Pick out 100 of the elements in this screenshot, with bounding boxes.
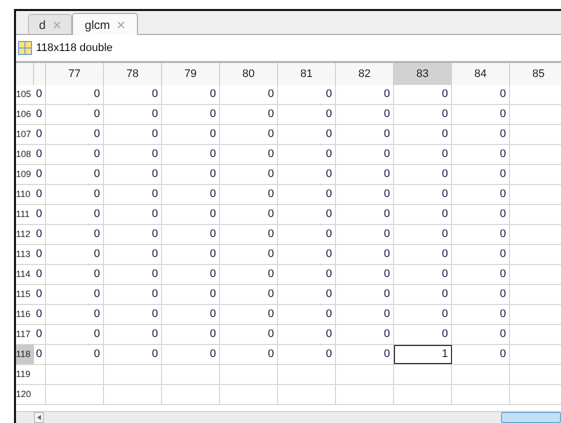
table-cell-text: 0: [152, 287, 158, 302]
row-header[interactable]: 118: [16, 345, 34, 364]
table-cell-text: 0: [500, 147, 506, 162]
table-cell-text: 0: [326, 127, 332, 142]
table-cell-text: 0: [94, 147, 100, 162]
close-icon[interactable]: [117, 20, 126, 28]
column-header[interactable]: 82: [336, 63, 394, 85]
table-cell-text: 0: [500, 127, 506, 142]
table-cell-text: 0: [442, 107, 448, 122]
table-cell-text: 0: [210, 107, 216, 122]
table-cell-text: 0: [326, 287, 332, 302]
table-cell-text: 0: [268, 267, 274, 282]
table-cell-text: 0: [442, 227, 448, 242]
table-cell-text: 0: [384, 107, 390, 122]
table-cell-text: 0: [268, 107, 274, 122]
table-cell-text: 0: [36, 307, 42, 322]
table-cell-text: 0: [442, 147, 448, 162]
close-icon[interactable]: [52, 20, 61, 28]
table-cell-text: 0: [36, 207, 42, 222]
table-cell-text: 0: [500, 87, 506, 102]
table-cell-text: 0: [36, 327, 42, 342]
table-cell-text: 0: [268, 287, 274, 302]
table-cell-text: 0: [384, 167, 390, 182]
table-cell-text: 0: [268, 147, 274, 162]
table-cell-text: 0: [442, 247, 448, 262]
table-cell-text: 0: [152, 127, 158, 142]
table-cell-text: 0: [500, 347, 506, 362]
table-cell-text: 0: [500, 207, 506, 222]
column-header[interactable]: 84: [452, 63, 510, 85]
table-cell-text: 0: [152, 187, 158, 202]
variable-description: 118x118 double: [36, 40, 113, 56]
table-cell-text: 0: [94, 307, 100, 322]
table-cell-text: 0: [152, 107, 158, 122]
table-cell-text: 0: [500, 187, 506, 202]
table-cell-text: 0: [268, 127, 274, 142]
table-cell-text: 0: [152, 87, 158, 102]
table-cell-text: 0: [442, 207, 448, 222]
table-cell-text: 0: [152, 167, 158, 182]
table-cell-text: 0: [152, 207, 158, 222]
table-cell-text: 0: [36, 127, 42, 142]
table-cell-text: 0: [94, 267, 100, 282]
table-cell-text: 0: [268, 307, 274, 322]
column-header[interactable]: 83: [394, 63, 452, 85]
table-cell-text: 0: [326, 327, 332, 342]
tab[interactable]: d: [28, 14, 72, 34]
column-header[interactable]: [34, 63, 46, 85]
table-cell-text: 0: [268, 227, 274, 242]
table-cell-text: 0: [210, 287, 216, 302]
table-cell-text: 0: [94, 287, 100, 302]
table-cell-text: 0: [442, 287, 448, 302]
column-header[interactable]: 77: [46, 63, 104, 85]
table-cell-text: 0: [326, 187, 332, 202]
scrollbar-thumb[interactable]: [501, 412, 561, 423]
table-cell-text: 0: [500, 107, 506, 122]
table-cell-text: 0: [210, 87, 216, 102]
table-cell-text: 0: [326, 347, 332, 362]
table-cell-text: 0: [442, 167, 448, 182]
table-cell-text: 0: [384, 87, 390, 102]
scroll-left-button[interactable]: [34, 412, 44, 423]
table-cell-text: 0: [268, 87, 274, 102]
table-cell-text: 0: [94, 327, 100, 342]
table-cell-text: 0: [94, 207, 100, 222]
table-cell-text: 0: [152, 247, 158, 262]
table-cell-text: 0: [152, 307, 158, 322]
table-cell-text: 0: [384, 227, 390, 242]
column-header[interactable]: 81: [278, 63, 336, 85]
table-cell-text: 0: [384, 147, 390, 162]
table-cell-text: 0: [36, 107, 42, 122]
table-cell-text: 0: [210, 187, 216, 202]
table-cell-text: 0: [268, 207, 274, 222]
table-cell-text: 0: [94, 167, 100, 182]
table-cell-text: 0: [442, 307, 448, 322]
table-cell-text: 0: [442, 327, 448, 342]
column-header[interactable]: 85: [510, 63, 561, 85]
table-cell-text: 0: [384, 287, 390, 302]
table-cell-text: 0: [384, 327, 390, 342]
table-cell-text: 0: [210, 167, 216, 182]
table-cell-text: 0: [384, 267, 390, 282]
table-corner: [16, 63, 34, 85]
table-cell-text: 0: [152, 267, 158, 282]
table-cell-text: 0: [384, 307, 390, 322]
table-cell-text: 0: [210, 247, 216, 262]
table-cell-text: 0: [36, 267, 42, 282]
table-cell-text: 0: [326, 167, 332, 182]
table-cell-text: 0: [94, 127, 100, 142]
table-cell-text: 0: [36, 287, 42, 302]
column-header[interactable]: 80: [220, 63, 278, 85]
column-header[interactable]: 78: [104, 63, 162, 85]
table-cell-text: 0: [326, 227, 332, 242]
table-cell-text: 0: [384, 247, 390, 262]
table-cell-text: 0: [36, 167, 42, 182]
table-cell-text: 0: [384, 127, 390, 142]
tab[interactable]: glcm: [72, 13, 138, 35]
table-cell-text: 0: [268, 167, 274, 182]
table-cell-text: 0: [268, 347, 274, 362]
table-cell-text: 0: [152, 147, 158, 162]
table-cell-text: 0: [442, 127, 448, 142]
column-header[interactable]: 79: [162, 63, 220, 85]
table-cell-text: 0: [384, 207, 390, 222]
table-cell-text: 0: [210, 347, 216, 362]
